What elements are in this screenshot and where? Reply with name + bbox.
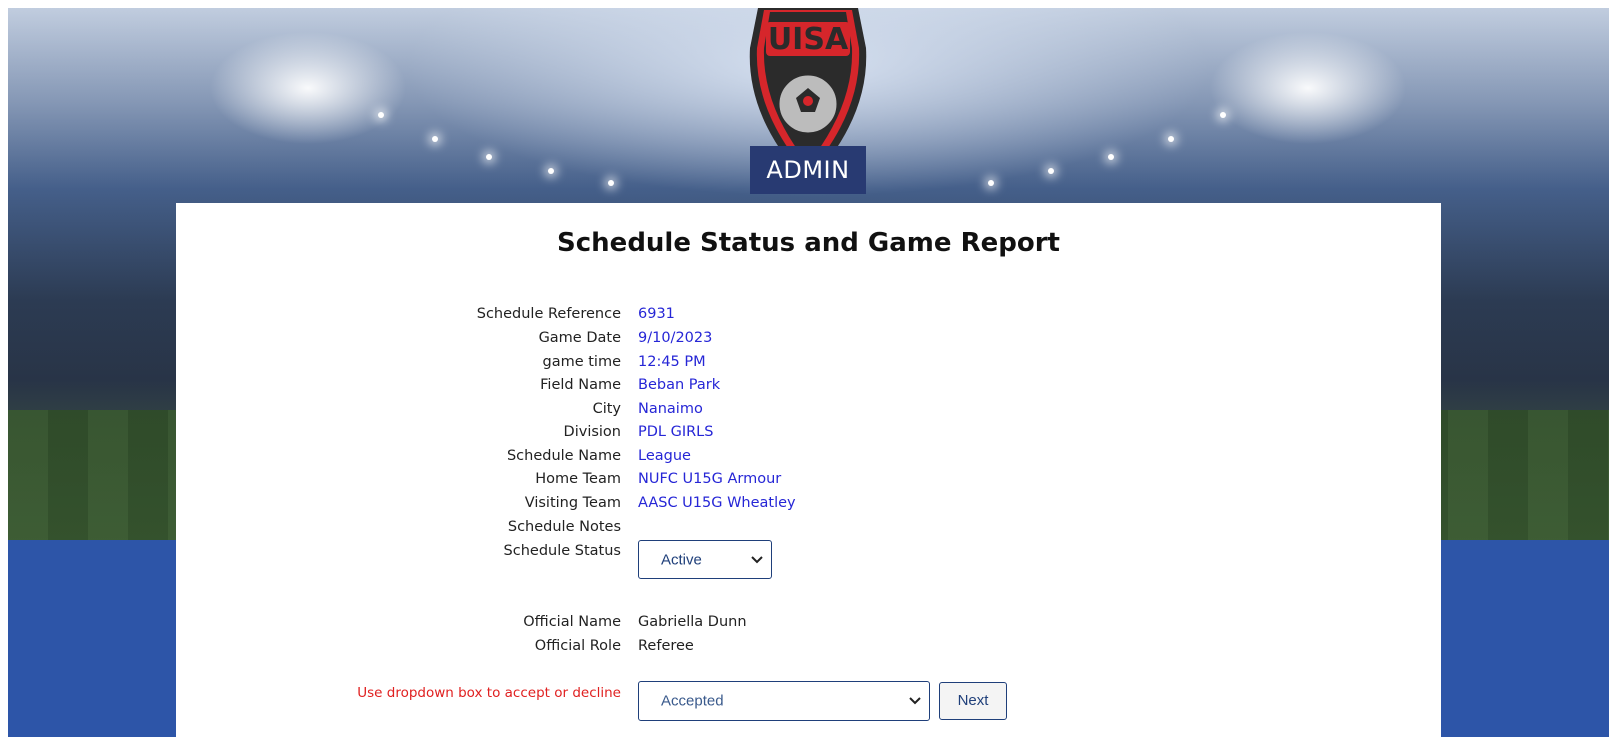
field-row: City Nanaimo xyxy=(0,401,1609,425)
stadium-light-icon xyxy=(548,168,554,174)
official-name-value: Gabriella Dunn xyxy=(638,614,747,630)
official-role-value: Referee xyxy=(638,638,694,654)
stadium-light-icon xyxy=(1048,168,1054,174)
field-row: Field Name Beban Park xyxy=(0,377,1609,401)
field-row: Visiting Team AASC U15G Wheatley xyxy=(0,495,1609,519)
field-value: Nanaimo xyxy=(638,401,703,417)
stadium-light-icon xyxy=(432,136,438,142)
accept-decline-hint: Use dropdown box to accept or decline xyxy=(357,685,621,701)
field-label: Schedule Notes xyxy=(507,519,621,535)
field-value: League xyxy=(638,448,691,464)
stadium-light-icon xyxy=(486,154,492,160)
status-row: Schedule Status xyxy=(0,543,1609,567)
status-label: Schedule Status xyxy=(503,543,621,559)
stadium-light-icon xyxy=(988,180,994,186)
field-value: PDL GIRLS xyxy=(638,424,714,440)
schedule-status-value: Active xyxy=(661,551,702,568)
field-label: game time xyxy=(542,354,621,370)
accept-decline-value: Accepted xyxy=(661,692,724,710)
official-name-label: Official Name xyxy=(523,614,621,630)
field-row: game time 12:45 PM xyxy=(0,354,1609,378)
field-label: Division xyxy=(563,424,621,440)
schedule-status-select[interactable]: Active xyxy=(638,540,772,579)
field-row: Schedule Notes xyxy=(0,519,1609,543)
next-button[interactable]: Next xyxy=(939,682,1007,720)
field-value: NUFC U15G Armour xyxy=(638,471,782,487)
field-label: City xyxy=(592,401,621,417)
accept-decline-select[interactable]: Accepted xyxy=(638,681,930,721)
stadium-light-icon xyxy=(608,180,614,186)
official-role-label: Official Role xyxy=(534,638,621,654)
admin-badge: ADMIN xyxy=(750,146,866,194)
chevron-down-icon xyxy=(909,697,921,705)
field-label: Field Name xyxy=(540,377,621,393)
field-label: Visiting Team xyxy=(524,495,621,511)
field-value: AASC U15G Wheatley xyxy=(638,495,796,511)
field-value: 9/10/2023 xyxy=(638,330,713,346)
page-title: Schedule Status and Game Report xyxy=(557,228,1060,258)
field-label: Schedule Reference xyxy=(476,306,621,322)
field-row: Game Date 9/10/2023 xyxy=(0,330,1609,354)
field-row: Schedule Reference 6931 xyxy=(0,306,1609,330)
field-value: Beban Park xyxy=(638,377,721,393)
field-value: 6931 xyxy=(638,306,675,322)
field-value: 12:45 PM xyxy=(638,354,706,370)
stadium-light-icon xyxy=(1108,154,1114,160)
field-label: Home Team xyxy=(535,471,621,487)
official-name-row: Official Name Gabriella Dunn xyxy=(0,614,1609,638)
stadium-light-icon xyxy=(1168,136,1174,142)
chevron-down-icon xyxy=(751,555,763,563)
field-label: Game Date xyxy=(538,330,621,346)
field-row: Home Team NUFC U15G Armour xyxy=(0,471,1609,495)
field-row: Division PDL GIRLS xyxy=(0,424,1609,448)
logo-text: UISA xyxy=(768,22,849,57)
stadium-light-icon xyxy=(378,112,384,118)
field-label: Schedule Name xyxy=(506,448,621,464)
official-role-row: Official Role Referee xyxy=(0,638,1609,662)
stadium-light-icon xyxy=(1220,112,1226,118)
field-row: Schedule Name League xyxy=(0,448,1609,472)
